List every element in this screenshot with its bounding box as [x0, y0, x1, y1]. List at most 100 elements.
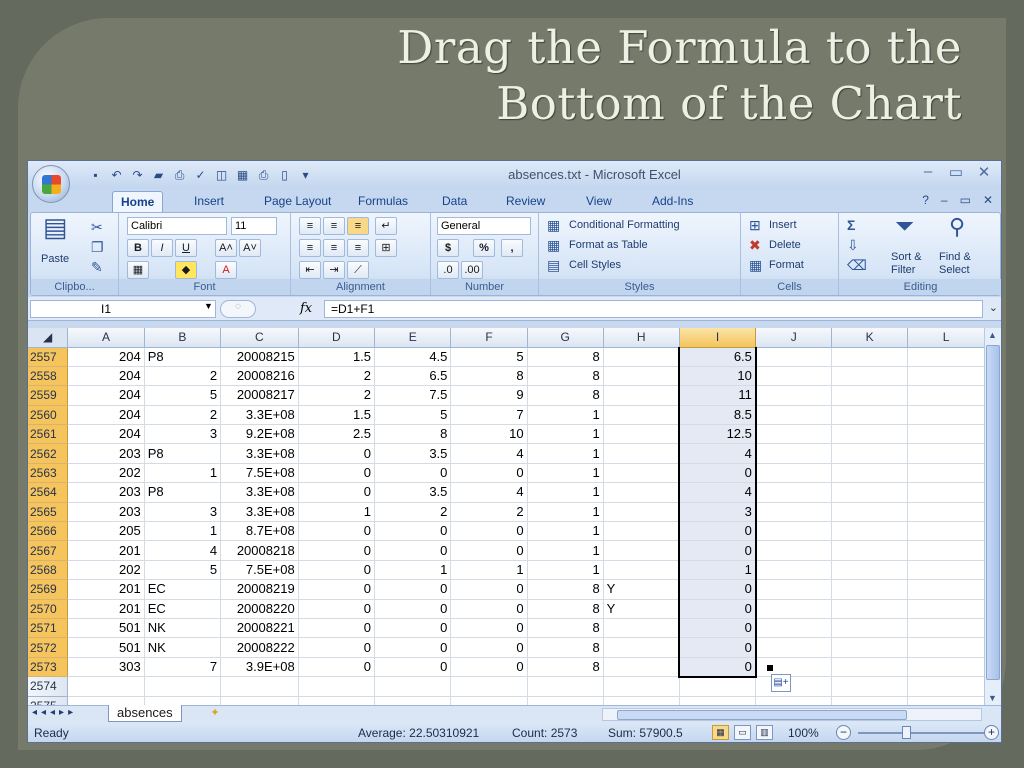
column-header-b[interactable]: B	[144, 328, 222, 348]
cell[interactable]: 8	[374, 424, 452, 445]
cell[interactable]: P8	[144, 347, 222, 367]
cell[interactable]: 4	[450, 443, 528, 464]
cell[interactable]	[831, 560, 909, 581]
name-box[interactable]: I1	[30, 300, 216, 318]
ribbon-close-button[interactable]: ✕	[983, 193, 993, 207]
cell[interactable]: 202	[67, 463, 145, 484]
cell[interactable]: 10	[678, 366, 757, 387]
cell[interactable]: 0	[450, 657, 528, 678]
cell[interactable]: 2	[298, 385, 376, 406]
cell[interactable]	[831, 366, 909, 387]
cell[interactable]	[755, 405, 833, 426]
underline-button[interactable]: U	[175, 239, 197, 257]
row-header[interactable]: 2573	[28, 657, 69, 678]
column-header-i[interactable]: I	[679, 328, 757, 348]
cell[interactable]: 1	[527, 502, 604, 523]
cell[interactable]: 0	[678, 618, 757, 639]
cell[interactable]: 0	[298, 540, 376, 561]
cell[interactable]: 4.5	[374, 347, 452, 367]
cell[interactable]	[755, 579, 833, 600]
cell[interactable]: 0	[374, 463, 452, 484]
cell[interactable]: 1	[527, 443, 604, 464]
wrap-text-icon[interactable]: ↵	[375, 217, 397, 235]
spreadsheet-grid[interactable]: ◢ A B C D E F G H I J K L 2557 204 P8 20008…	[28, 328, 985, 705]
row-header[interactable]: 2566	[28, 521, 69, 542]
cell[interactable]: 2	[450, 502, 528, 523]
cell[interactable]: 2	[374, 502, 452, 523]
table-row[interactable]: 2575	[28, 696, 985, 705]
cell[interactable]	[603, 540, 680, 561]
table-row[interactable]: 2559 204 5 20008217 2 7.5 9 8 11	[28, 385, 985, 406]
cell[interactable]: 0	[450, 579, 528, 600]
cell[interactable]	[907, 463, 985, 484]
paste-label[interactable]: Paste	[41, 253, 69, 265]
cell[interactable]: 7	[450, 405, 528, 426]
name-box-dropdown-icon[interactable]: ▼	[204, 301, 213, 311]
cell[interactable]	[220, 696, 299, 705]
cell[interactable]: 3	[144, 502, 222, 523]
cell[interactable]	[831, 521, 909, 542]
cell[interactable]: 0	[450, 463, 528, 484]
align-top-icon[interactable]: ≡	[299, 217, 321, 235]
cell[interactable]: 7.5E+08	[220, 463, 299, 484]
cell[interactable]: 12.5	[678, 424, 757, 445]
cell[interactable]	[755, 502, 833, 523]
zoom-slider[interactable]	[858, 732, 984, 734]
cell[interactable]: Y	[603, 579, 680, 600]
cell[interactable]	[831, 599, 909, 619]
expand-formula-bar-icon[interactable]: ⌄	[989, 301, 998, 314]
cell-table[interactable]: ◢ A B C D E F G H I J K L 2557 204 P8 20008…	[28, 328, 985, 705]
cell[interactable]	[755, 424, 833, 445]
find-select-label[interactable]: Find &	[939, 251, 971, 263]
cell[interactable]: 9.2E+08	[220, 424, 299, 445]
cell[interactable]: 3	[144, 424, 222, 445]
cell[interactable]: 8	[527, 385, 604, 406]
cell[interactable]: 20008219	[220, 579, 299, 600]
cell[interactable]: 20008217	[220, 385, 299, 406]
cell[interactable]	[907, 502, 985, 523]
fill-handle[interactable]	[767, 665, 773, 671]
decrease-indent-icon[interactable]: ⇤	[299, 261, 321, 279]
fill-color-icon[interactable]: ◆	[175, 261, 197, 279]
copy-icon[interactable]: ❐	[91, 239, 104, 255]
cell-styles-button[interactable]: Cell Styles	[569, 259, 621, 271]
column-header-g[interactable]: G	[527, 328, 604, 348]
align-bottom-icon[interactable]: ≡	[347, 217, 369, 235]
cell[interactable]	[907, 540, 985, 561]
cell[interactable]: 8	[527, 579, 604, 600]
cell[interactable]: 0	[298, 579, 376, 600]
cell[interactable]: 0	[450, 599, 528, 619]
cell[interactable]: 3	[678, 502, 757, 523]
decrease-font-icon[interactable]: A˅	[239, 239, 261, 257]
cell[interactable]: 0	[678, 521, 757, 542]
cell[interactable]	[755, 599, 833, 619]
cell[interactable]	[831, 385, 909, 406]
cell[interactable]: 1	[298, 502, 376, 523]
cell[interactable]	[907, 579, 985, 600]
cell[interactable]	[755, 521, 833, 542]
table-row[interactable]: 2567 201 4 20008218 0 0 0 1 0	[28, 540, 985, 561]
cell[interactable]: 10	[450, 424, 528, 445]
row-header[interactable]: 2570	[28, 599, 69, 619]
row-header[interactable]: 2562	[28, 443, 69, 464]
cell[interactable]: EC	[144, 599, 222, 619]
cell[interactable]	[298, 676, 376, 697]
cell[interactable]: 20008222	[220, 637, 299, 658]
cell[interactable]: 201	[67, 540, 145, 561]
cell[interactable]	[907, 385, 985, 406]
format-cells-button[interactable]: Format	[769, 259, 804, 271]
cell[interactable]: 2	[144, 405, 222, 426]
column-header-d[interactable]: D	[298, 328, 376, 348]
table-row[interactable]: 2566 205 1 8.7E+08 0 0 0 1 0	[28, 521, 985, 542]
cell[interactable]: 1	[450, 560, 528, 581]
cell[interactable]: 1.5	[298, 347, 376, 367]
column-header-k[interactable]: K	[831, 328, 909, 348]
row-header[interactable]: 2575	[28, 696, 69, 705]
percent-button[interactable]: %	[473, 239, 495, 257]
tab-page-layout[interactable]: Page Layout	[256, 191, 339, 212]
row-header[interactable]: 2564	[28, 482, 69, 503]
cell[interactable]: 203	[67, 443, 145, 464]
italic-button[interactable]: I	[151, 239, 173, 257]
decrease-decimal-icon[interactable]: .00	[461, 261, 483, 279]
cell[interactable]: 201	[67, 599, 145, 619]
